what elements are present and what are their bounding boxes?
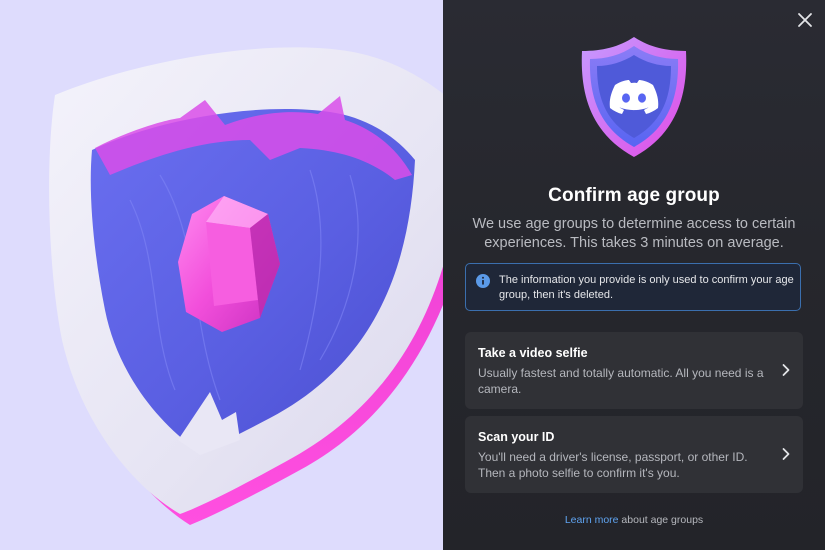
info-notice: The information you provide is only used… [465,263,801,311]
age-verification-modal: Confirm age group We use age groups to d… [443,0,825,550]
option-description: Usually fastest and totally automatic. A… [478,366,764,396]
chevron-right-icon [782,364,790,376]
info-notice-text: The information you provide is only used… [499,274,794,301]
option-title: Scan your ID [478,430,555,444]
shield-gem-illustration [49,47,443,525]
scan-id-option[interactable]: Scan your ID You'll need a driver's lice… [465,416,803,493]
info-icon [476,274,490,288]
modal-title: Confirm age group [548,185,720,206]
option-title: Take a video selfie [478,346,588,360]
hero-illustration-area [0,0,443,550]
option-description: You'll need a driver's license, passport… [478,450,748,480]
discord-shield-logo [581,37,687,157]
modal-subtitle: We use age groups to determine access to… [472,216,796,251]
chevron-right-icon [782,448,790,460]
learn-more-link[interactable]: Learn more [565,514,619,526]
footer-text: about age groups [618,514,704,526]
video-selfie-option[interactable]: Take a video selfie Usually fastest and … [465,332,803,409]
footer: Learn more about age groups [443,514,825,526]
close-icon[interactable] [795,10,815,30]
